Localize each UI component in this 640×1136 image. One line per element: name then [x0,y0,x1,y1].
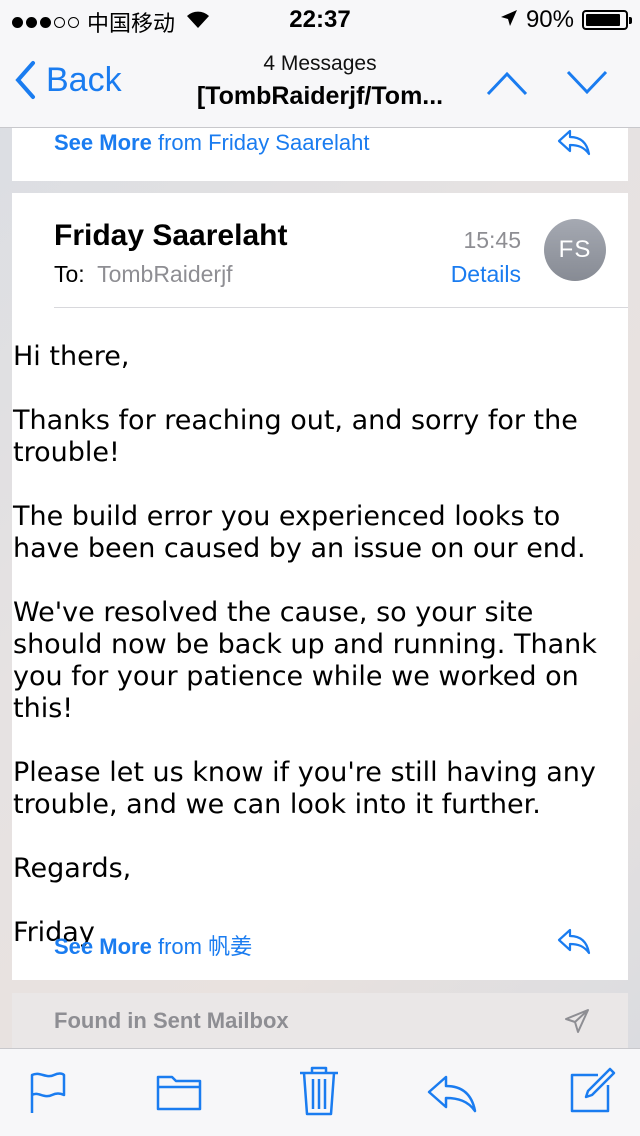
reply-icon [427,1075,477,1113]
see-more-link[interactable]: See More from 帆姜 [54,929,252,961]
sender-name[interactable]: Friday Saarelaht [54,219,287,253]
message-time: 15:45 [463,227,521,253]
status-right: 90% [500,6,632,34]
header-divider [54,307,628,308]
see-more-label: See More [54,130,152,155]
status-bar: 中国移动 22:37 90% [0,0,640,40]
paper-plane-icon [564,1008,590,1039]
flag-icon [30,1072,66,1113]
see-more-link[interactable]: See More from Friday Saarelaht [54,130,369,156]
navigation-bar: Back 4 Messages [TombRaiderjf/Tom... [0,40,640,128]
message-card: Friday Saarelaht To: TombRaiderjf 15:45 … [12,193,628,980]
message-count: 4 Messages [263,52,377,75]
reply-button[interactable] [556,927,592,960]
see-more-from: from Friday Saarelaht [157,130,370,155]
body-paragraph: Thanks for reaching out, and sorry for t… [13,405,578,468]
thread-subject: [TombRaiderjf/Tom... [196,82,444,110]
thread-title: 4 Messages [TombRaiderjf/Tom... [180,52,460,111]
to-label: To: [54,261,85,287]
battery-fill [586,14,621,26]
recipient-name[interactable]: TombRaiderjf [97,261,233,287]
compose-icon [570,1067,616,1113]
trash-icon [300,1066,338,1116]
chevron-down-icon [566,70,608,95]
body-paragraph: We've resolved the cause, so your site s… [13,597,597,724]
sent-mailbox-label: Found in Sent Mailbox [54,1008,289,1033]
body-paragraph: The build error you experienced looks to… [13,501,586,564]
back-button[interactable]: Back [14,60,122,100]
message-body: Hi there, Thanks for reaching out, and s… [13,341,627,980]
trash-button[interactable] [298,1065,340,1122]
recipient-line: To: TombRaiderjf [54,261,233,288]
reply-arrow-icon [557,129,591,156]
sent-mailbox-bar[interactable]: Found in Sent Mailbox [12,993,628,1053]
reply-toolbar-button[interactable] [426,1073,478,1118]
body-sign-off: Regards, [13,853,132,884]
avatar[interactable]: FS [544,219,606,281]
details-link[interactable]: Details [451,261,521,288]
previous-message-card[interactable]: See More from Friday Saarelaht [12,128,628,181]
see-more-from: from 帆姜 [157,934,253,959]
body-greeting: Hi there, [13,341,130,372]
chevron-left-icon [15,61,35,99]
compose-button[interactable] [568,1067,616,1120]
move-to-folder-button[interactable] [156,1071,202,1116]
reply-arrow-icon [557,928,591,955]
previous-message-button[interactable] [486,66,528,105]
back-label: Back [46,60,122,99]
location-arrow-icon [500,6,518,34]
see-more-label: See More [54,934,152,959]
next-message-button[interactable] [566,66,608,105]
chevron-up-icon [486,71,528,96]
bottom-toolbar [0,1048,640,1136]
folder-icon [156,1075,202,1111]
reply-button[interactable] [556,128,592,161]
flag-button[interactable] [28,1071,68,1120]
battery-icon [582,10,632,30]
battery-percent: 90% [525,6,574,33]
body-paragraph: Please let us know if you're still havin… [13,757,596,820]
